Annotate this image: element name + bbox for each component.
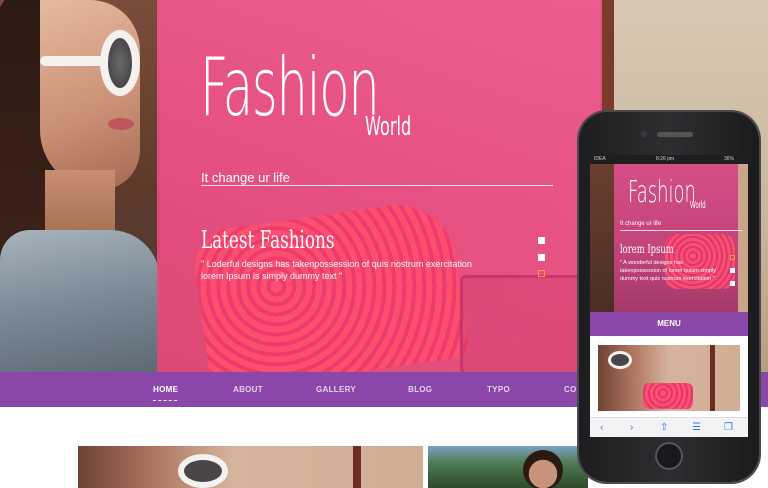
sunglasses-icon [40,30,140,100]
mobile-content-image[interactable] [598,345,740,411]
phone-screen: IDEA 8:26 pm 36% Fashion World It change… [590,155,748,437]
back-icon[interactable]: ‹ [600,421,603,435]
sunglasses-icon [608,351,632,369]
model-jacket [0,230,160,372]
nav-item-about[interactable]: ABOUT [233,385,263,394]
nav-active-indicator [153,400,177,401]
mobile-model-image [590,164,614,312]
mobile-slider-dot-1[interactable] [730,255,735,260]
speaker-grille [657,132,693,137]
status-battery: 36% [724,156,735,162]
phone-status-bar: IDEA 8:26 pm 36% [590,155,748,164]
slider-dot-1[interactable] [538,237,545,244]
mobile-menu-button[interactable]: MENU [590,312,748,336]
nav-item-home[interactable]: HOME [153,385,178,394]
section-description: " Loderful designs has takenpossession o… [201,259,472,281]
mobile-tagline-divider [620,230,742,231]
slider-dot-2[interactable] [538,254,545,261]
site-logo[interactable]: Fashion World [200,41,488,143]
section-title: Latest Fashions [201,226,335,254]
slider-dot-3[interactable] [538,270,545,277]
nav-item-typo[interactable]: TYPO [487,385,510,394]
model-head [523,450,563,488]
content-thumbnail-2[interactable] [428,446,588,488]
mobile-section-title: lorem Ipsum [620,242,674,256]
forward-icon[interactable]: › [630,421,633,435]
content-thumbnail-1[interactable] [78,446,423,488]
tagline-divider [201,185,553,186]
status-time: 8:26 pm [656,156,675,162]
logo-title: Fashion [200,41,380,134]
mobile-logo-suffix: World [690,200,706,211]
nav-item-blog[interactable]: BLOG [408,385,432,394]
mobile-hero: Fashion World It change ur life lorem Ip… [590,164,748,312]
mobile-section-description: " A wonderful designs has takenpossessio… [620,260,716,282]
mobile-slider-dot-2[interactable] [730,268,735,273]
mobile-slider-dot-3[interactable] [730,281,735,286]
camera-icon [641,131,647,137]
tabs-icon[interactable]: ❐ [724,421,733,435]
share-icon[interactable]: ⇧ [660,421,668,435]
bookmarks-icon[interactable]: ☰ [692,421,701,435]
mobile-tagline: It change ur life [620,221,662,227]
home-button[interactable] [655,442,683,470]
logo-suffix: World [365,112,412,142]
hero-model-image [0,0,160,372]
nav-item-gallery[interactable]: GALLERY [316,385,356,394]
hero-tagline: It change ur life [201,170,290,185]
chair-image [190,197,470,372]
phone-mockup: IDEA 8:26 pm 36% Fashion World It change… [579,112,759,482]
model-lips [108,118,134,130]
status-carrier: IDEA [594,156,606,162]
sunglasses-icon [178,454,228,488]
browser-toolbar: ‹ › ⇧ ☰ ❐ [590,417,748,437]
mobile-logo-title[interactable]: Fashion [628,178,696,208]
